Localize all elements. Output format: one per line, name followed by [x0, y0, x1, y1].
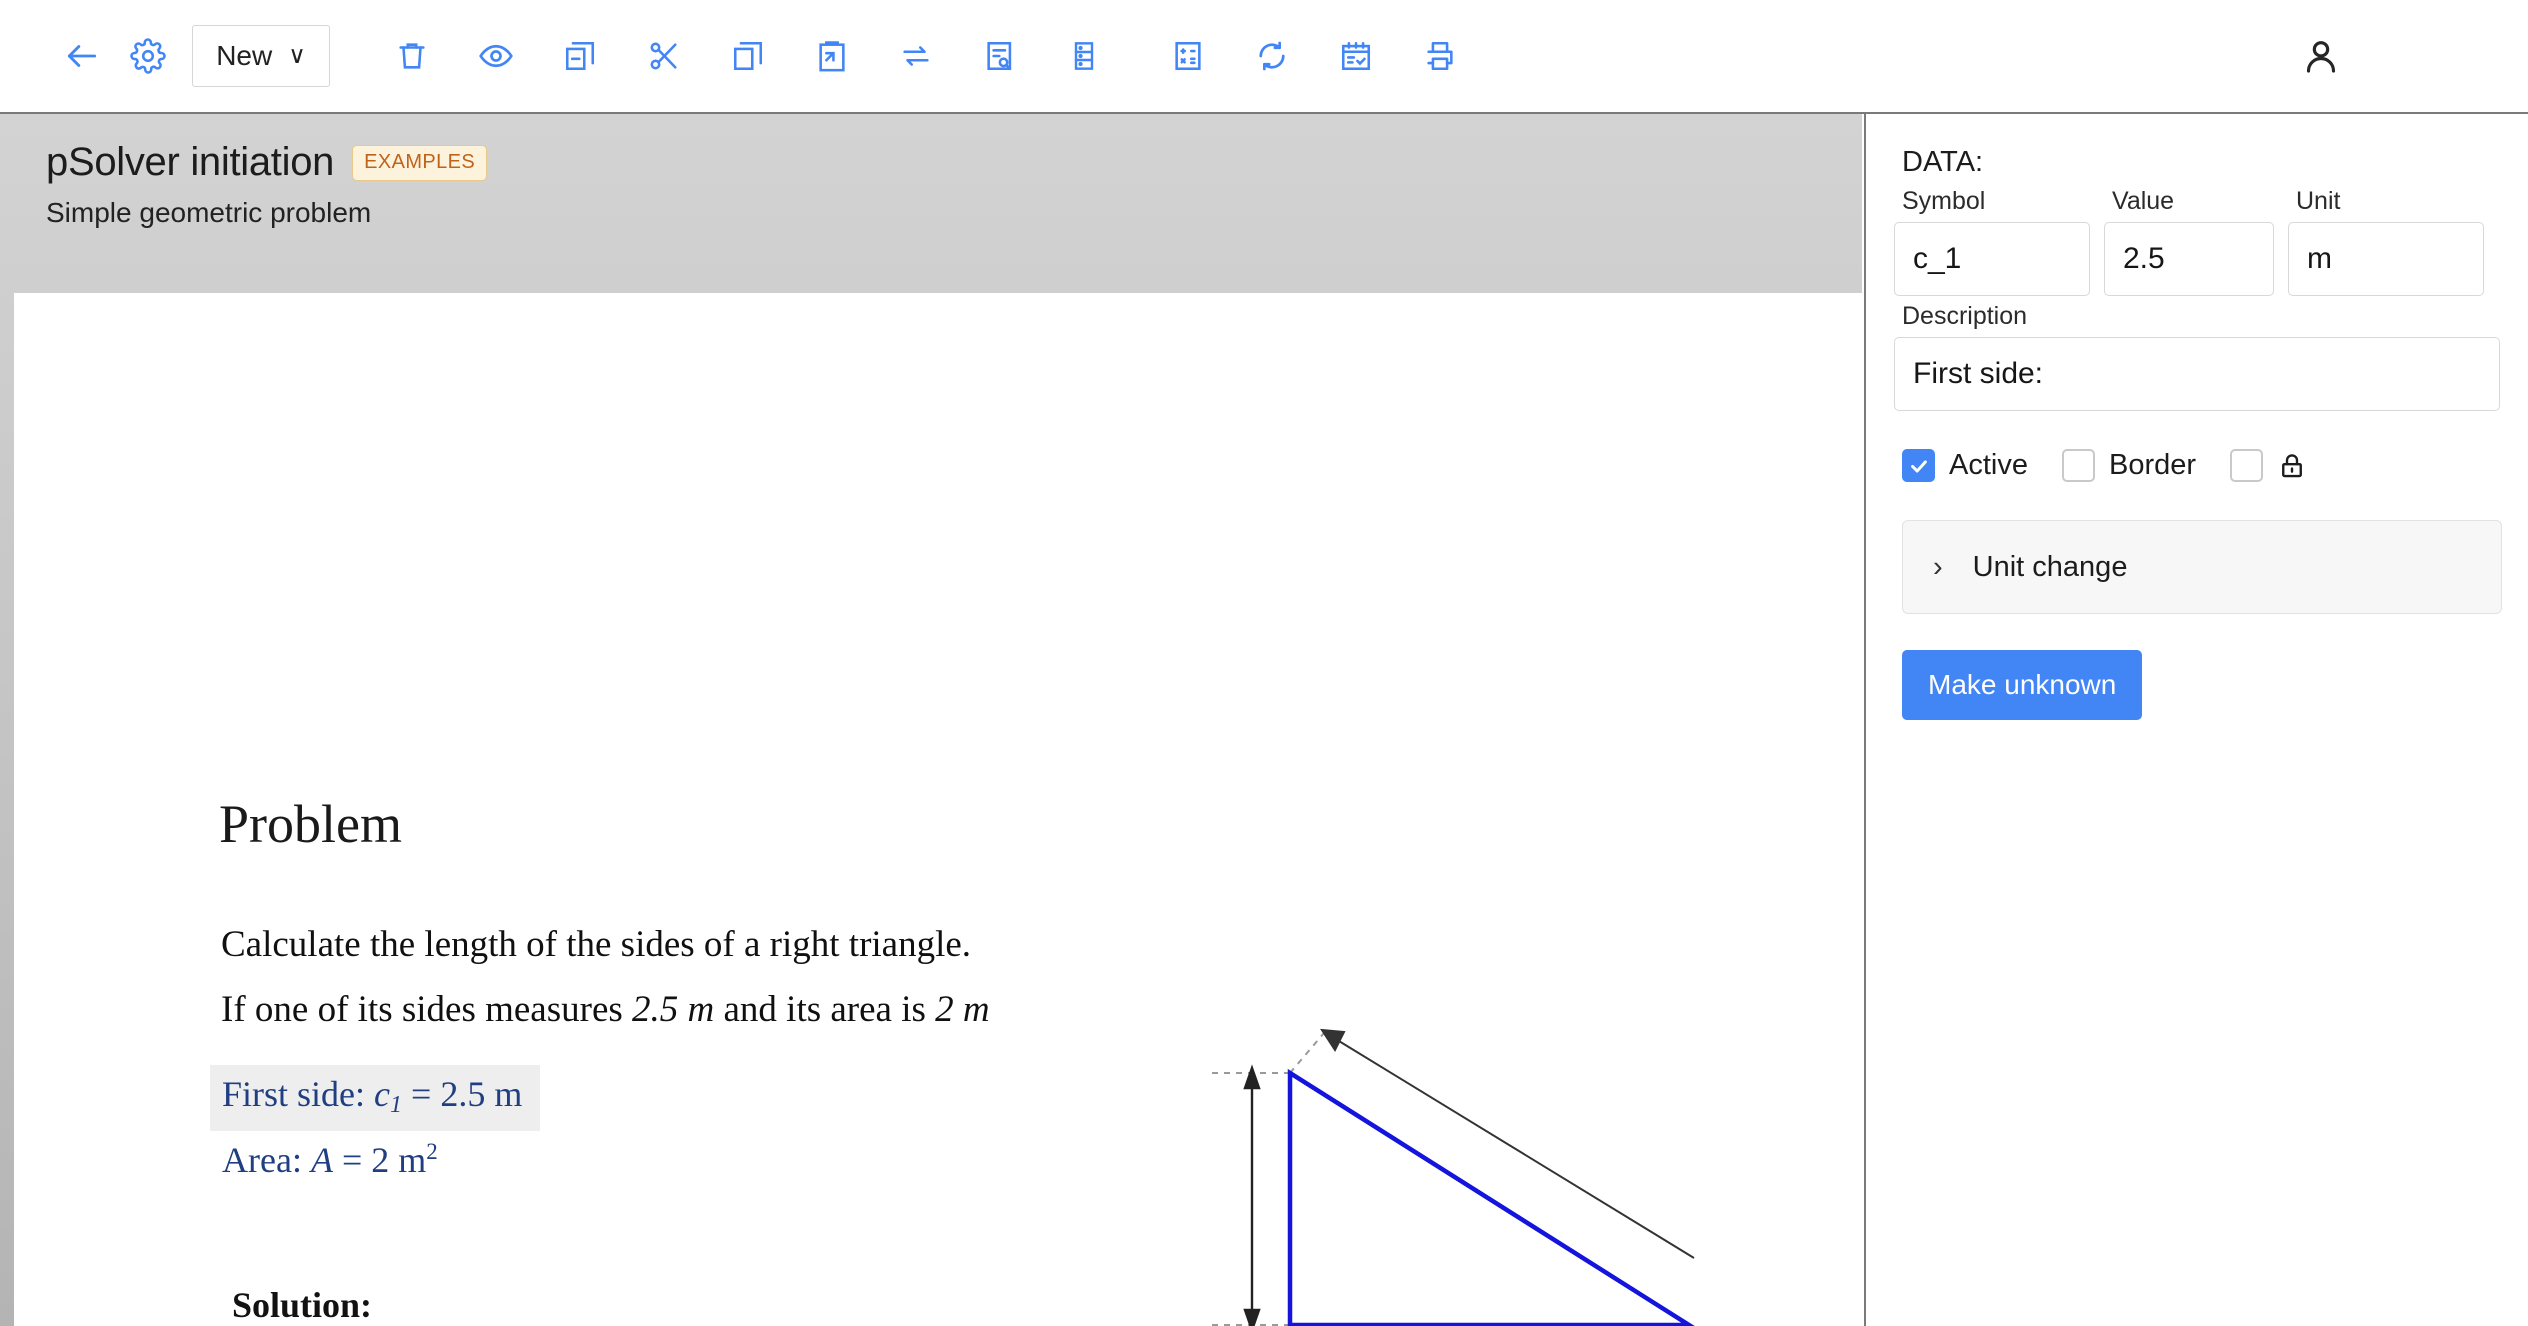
copy-icon[interactable] [726, 34, 770, 78]
active-checkbox-group[interactable]: Active [1902, 449, 2028, 482]
printer-icon[interactable] [1418, 34, 1462, 78]
border-checkbox-group[interactable]: Border [2061, 449, 2197, 482]
given-value: 2.5 [440, 1074, 486, 1114]
given-symbol: A [310, 1140, 333, 1180]
duplicate-remove-icon[interactable] [558, 34, 602, 78]
lock-checkbox[interactable] [2230, 449, 2264, 482]
solution-heading: Solution: [232, 1285, 373, 1325]
description-label: Description [1902, 302, 2028, 330]
given-first-side-highlight[interactable]: First side: c1 = 2.5 m [210, 1065, 541, 1131]
unit-change-label: Unit change [1972, 550, 2128, 583]
new-button-label: New [216, 40, 273, 71]
active-checkbox[interactable] [1902, 449, 1935, 482]
top-toolbar: New ∨ [0, 0, 2528, 114]
statement-text-a: If one of its sides measures [221, 989, 633, 1030]
new-button[interactable]: New ∨ [192, 25, 330, 87]
statement-value-1: 2.5 m [632, 989, 715, 1030]
back-arrow-icon[interactable] [60, 34, 104, 78]
value-label: Value [2112, 187, 2175, 215]
given-value: 2 [371, 1140, 390, 1180]
chevron-down-icon: ∨ [288, 42, 306, 69]
unit-change-accordion[interactable]: › Unit change [1902, 520, 2502, 614]
data-properties-panel: DATA: Symbol Value Unit Description [1864, 114, 2528, 1326]
document-title-row: pSolver initiation EXAMPLES [46, 140, 1862, 185]
document-paper[interactable]: Problem Calculate the length of the side… [14, 293, 1862, 1326]
description-input[interactable] [1894, 337, 2500, 411]
app-root: New ∨ pSolver initiation EXAMPLES Simple… [0, 0, 2528, 1326]
document-subtitle: Simple geometric problem [46, 197, 372, 228]
given-equals: = [341, 1140, 363, 1180]
value-input[interactable] [2104, 222, 2274, 296]
problem-statement-line-2: If one of its sides measures 2.5 m and i… [221, 988, 990, 1031]
right-triangle-diagram[interactable] [894, 858, 1695, 1326]
value-field-group: Value [2104, 187, 2274, 296]
cut-scissors-icon[interactable] [642, 34, 686, 78]
document-header: pSolver initiation EXAMPLES Simple geome… [0, 114, 1862, 293]
page-title: pSolver initiation [46, 140, 335, 184]
lock-checkbox-group[interactable] [2230, 449, 2307, 482]
given-label: Area: [222, 1140, 302, 1180]
list-view-icon[interactable] [1062, 34, 1106, 78]
given-label: First side: [222, 1074, 366, 1114]
symbol-field-group: Symbol [1894, 187, 2090, 296]
gear-icon[interactable] [126, 34, 170, 78]
examples-badge[interactable]: EXAMPLES [352, 144, 488, 181]
symbol-input[interactable] [1894, 222, 2090, 296]
given-unit-exponent: 2 [426, 1139, 438, 1164]
border-checkbox[interactable] [2061, 449, 2095, 482]
unit-label: Unit [2296, 187, 2341, 215]
given-subscript: 1 [390, 1092, 402, 1118]
options-checkbox-row: Active Border [1902, 449, 2500, 482]
given-unit: m [398, 1140, 427, 1180]
lock-icon [2277, 451, 2307, 481]
given-first-side: First side: c1 = 2.5 m [222, 1074, 523, 1118]
given-unit: m [494, 1074, 523, 1114]
preview-eye-icon[interactable] [474, 34, 518, 78]
given-area-row[interactable]: Area: A = 2 m2 [222, 1139, 438, 1181]
unit-input[interactable] [2288, 222, 2484, 296]
unit-field-group: Unit [2288, 187, 2484, 296]
paste-clipboard-icon[interactable] [810, 34, 854, 78]
make-unknown-button[interactable]: Make unknown [1902, 650, 2143, 720]
problem-heading: Problem [219, 794, 402, 854]
document-area: pSolver initiation EXAMPLES Simple geome… [0, 114, 1862, 1326]
given-area: Area: A = 2 m2 [222, 1139, 438, 1180]
description-field-group: Description [1894, 302, 2500, 411]
delete-icon[interactable] [390, 34, 434, 78]
exchange-swap-icon[interactable] [894, 34, 938, 78]
symbol-label: Symbol [1902, 187, 1986, 215]
active-label: Active [1949, 449, 2028, 481]
symbol-value-unit-row: Symbol Value Unit [1894, 187, 2500, 296]
chevron-right-icon: › [1933, 550, 1943, 583]
given-symbol: c [374, 1074, 390, 1114]
refresh-sync-icon[interactable] [1250, 34, 1294, 78]
user-account-icon[interactable] [2294, 29, 2348, 83]
problem-statement-line-1: Calculate the length of the sides of a r… [221, 924, 972, 965]
given-equals: = [411, 1074, 432, 1114]
document-search-icon[interactable] [978, 34, 1022, 78]
calculator-icon[interactable] [1166, 34, 1210, 78]
border-label: Border [2108, 449, 2197, 481]
panel-section-title: DATA: [1902, 146, 1984, 178]
calendar-check-icon[interactable] [1334, 34, 1378, 78]
